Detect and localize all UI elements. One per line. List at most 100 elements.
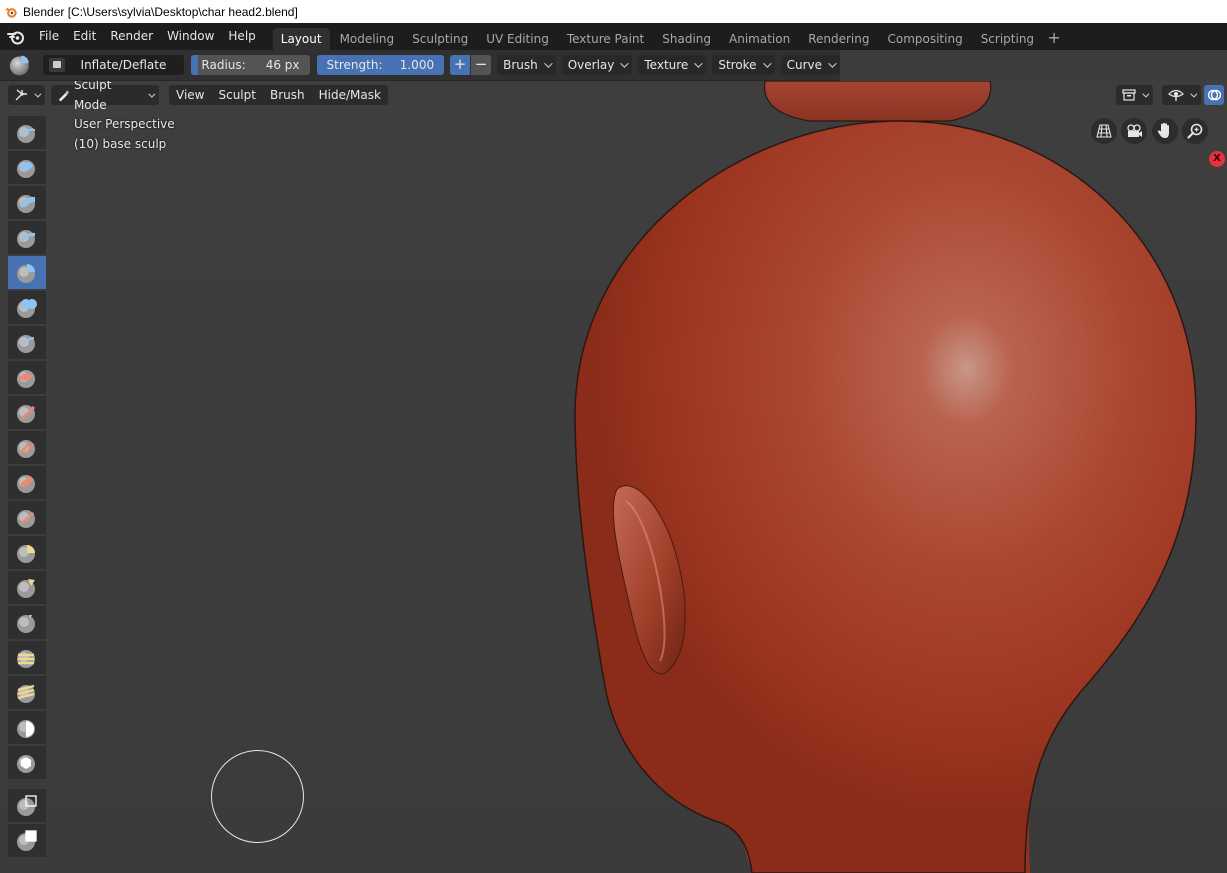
blender-logo-icon[interactable]	[0, 23, 32, 50]
tool-blob-brush[interactable]	[8, 291, 46, 324]
tab-scripting[interactable]: Scripting	[973, 28, 1042, 50]
tool-grab-brush[interactable]	[8, 536, 46, 569]
tab-sculpting[interactable]: Sculpting	[404, 28, 476, 50]
tool-mask-brush[interactable]	[8, 711, 46, 744]
3d-viewport[interactable]: Sculpt Mode View Sculpt Brush Hide/Mask	[0, 81, 1227, 873]
smooth-brush-icon	[17, 369, 35, 388]
editor-type-selector[interactable]	[8, 85, 45, 105]
add-workspace-button[interactable]: +	[1044, 28, 1064, 50]
tool-snake-hook-brush[interactable]	[8, 571, 46, 604]
tab-uv-editing[interactable]: UV Editing	[478, 28, 557, 50]
radius-value: 46 px	[265, 58, 300, 72]
mode-label: Sculpt Mode	[73, 81, 112, 112]
curve-dropdown-label: Curve	[786, 58, 822, 72]
tab-layout[interactable]: Layout	[272, 28, 330, 50]
menu-help[interactable]: Help	[221, 23, 262, 50]
tab-rendering[interactable]: Rendering	[800, 28, 877, 50]
tool-box-hide-tool[interactable]	[8, 824, 46, 857]
brush-radius-cursor	[211, 750, 304, 843]
chevron-down-icon	[828, 59, 837, 68]
menu-render[interactable]: Render	[103, 23, 160, 50]
curve-dropdown[interactable]: Curve	[780, 55, 840, 75]
brush-dropdown[interactable]: Brush	[497, 55, 556, 75]
archive-icon	[1122, 89, 1136, 101]
editor-type-icon	[15, 89, 27, 101]
texture-dropdown[interactable]: Texture	[638, 55, 707, 75]
visibility-dropdown[interactable]	[1162, 85, 1201, 105]
brush-dropdown-label: Brush	[503, 58, 538, 72]
zoom-icon	[1187, 123, 1203, 139]
overlays-toggle[interactable]	[1204, 85, 1224, 105]
tab-shading[interactable]: Shading	[654, 28, 719, 50]
tool-nudge-brush[interactable]	[8, 641, 46, 674]
tool-rotate-brush[interactable]	[8, 676, 46, 709]
menu-file[interactable]: File	[32, 23, 66, 50]
strength-slider[interactable]: Strength: 1.000	[316, 55, 445, 75]
tool-clay-strips-brush[interactable]	[8, 221, 46, 254]
tool-smooth-brush[interactable]	[8, 361, 46, 394]
brush-name-label: Inflate/Deflate	[80, 58, 167, 72]
tab-modeling[interactable]: Modeling	[332, 28, 403, 50]
tab-compositing[interactable]: Compositing	[879, 28, 970, 50]
chevron-down-icon	[694, 59, 703, 68]
overlay-dropdown-label: Overlay	[567, 58, 615, 72]
overlay-dropdown[interactable]: Overlay	[561, 55, 633, 75]
menu-view[interactable]: View	[169, 85, 212, 105]
viewport-menus: View Sculpt Brush Hide/Mask	[169, 85, 388, 105]
view-perspective-label: User Perspective	[74, 117, 175, 131]
sculpt-head-mesh[interactable]	[0, 81, 1227, 873]
pan-view-button[interactable]	[1152, 118, 1178, 144]
gizmo-x-axis[interactable]: X	[1209, 151, 1225, 167]
top-bar: File Edit Render Window Help Layout Mode…	[0, 23, 1227, 50]
menu-sculpt[interactable]: Sculpt	[211, 85, 263, 105]
tool-pinch-brush[interactable]	[8, 501, 46, 534]
tool-draw-face-sets-brush[interactable]	[8, 746, 46, 779]
snake-hook-brush-icon	[17, 578, 35, 598]
menu-hide-mask[interactable]: Hide/Mask	[311, 85, 388, 105]
tool-crease-brush[interactable]	[8, 326, 46, 359]
eye-selector-icon	[1168, 89, 1184, 101]
toggle-perspective-button[interactable]	[1091, 118, 1117, 144]
add-direction-button[interactable]: +	[450, 55, 471, 75]
subtract-direction-button[interactable]: −	[471, 55, 492, 75]
overlays-button[interactable]	[1204, 85, 1224, 105]
zoom-view-button[interactable]	[1182, 118, 1208, 144]
object-types-dropdown[interactable]	[1116, 85, 1153, 105]
brush-name-field[interactable]: Inflate/Deflate	[42, 55, 185, 75]
box-mask-tool-icon	[17, 794, 37, 816]
rotate-brush-icon	[17, 684, 35, 703]
viewport-visibility-button[interactable]	[1162, 85, 1201, 105]
menu-edit[interactable]: Edit	[66, 23, 103, 50]
menu-window[interactable]: Window	[160, 23, 221, 50]
stroke-dropdown[interactable]: Stroke	[712, 55, 775, 75]
tool-clay-brush[interactable]	[8, 186, 46, 219]
active-brush-thumbnail[interactable]	[8, 52, 33, 78]
brush-datablock-icon	[48, 58, 65, 72]
menu-brush[interactable]: Brush	[262, 85, 312, 105]
scrape-brush-icon	[17, 474, 35, 493]
object-types-button[interactable]	[1116, 85, 1153, 105]
tool-draw-brush[interactable]	[8, 116, 46, 149]
tool-inflate-brush[interactable]	[8, 256, 46, 289]
tool-fill-brush[interactable]	[8, 431, 46, 464]
texture-dropdown-label: Texture	[644, 58, 689, 72]
tool-scrape-brush[interactable]	[8, 466, 46, 499]
tab-texture-paint[interactable]: Texture Paint	[559, 28, 652, 50]
tool-box-mask-tool[interactable]	[8, 789, 46, 822]
tab-animation[interactable]: Animation	[721, 28, 798, 50]
camera-view-button[interactable]	[1121, 118, 1147, 144]
tool-separator	[8, 781, 46, 789]
inflate-brush-icon	[17, 263, 35, 283]
tool-shelf	[8, 116, 46, 859]
stroke-dropdown-label: Stroke	[718, 58, 757, 72]
tool-draw-sharp-brush[interactable]	[8, 151, 46, 184]
tool-thumb-brush[interactable]	[8, 606, 46, 639]
chevron-down-icon	[148, 90, 156, 98]
blob-brush-icon	[17, 298, 37, 318]
mode-selector[interactable]: Sculpt Mode	[51, 81, 159, 112]
tool-flatten-brush[interactable]	[8, 396, 46, 429]
radius-slider[interactable]: Radius: 46 px	[191, 55, 310, 75]
fill-brush-icon	[17, 439, 35, 458]
window-title: Blender [C:\Users\sylvia\Desktop\char he…	[23, 4, 298, 19]
strength-value: 1.000	[399, 58, 435, 72]
